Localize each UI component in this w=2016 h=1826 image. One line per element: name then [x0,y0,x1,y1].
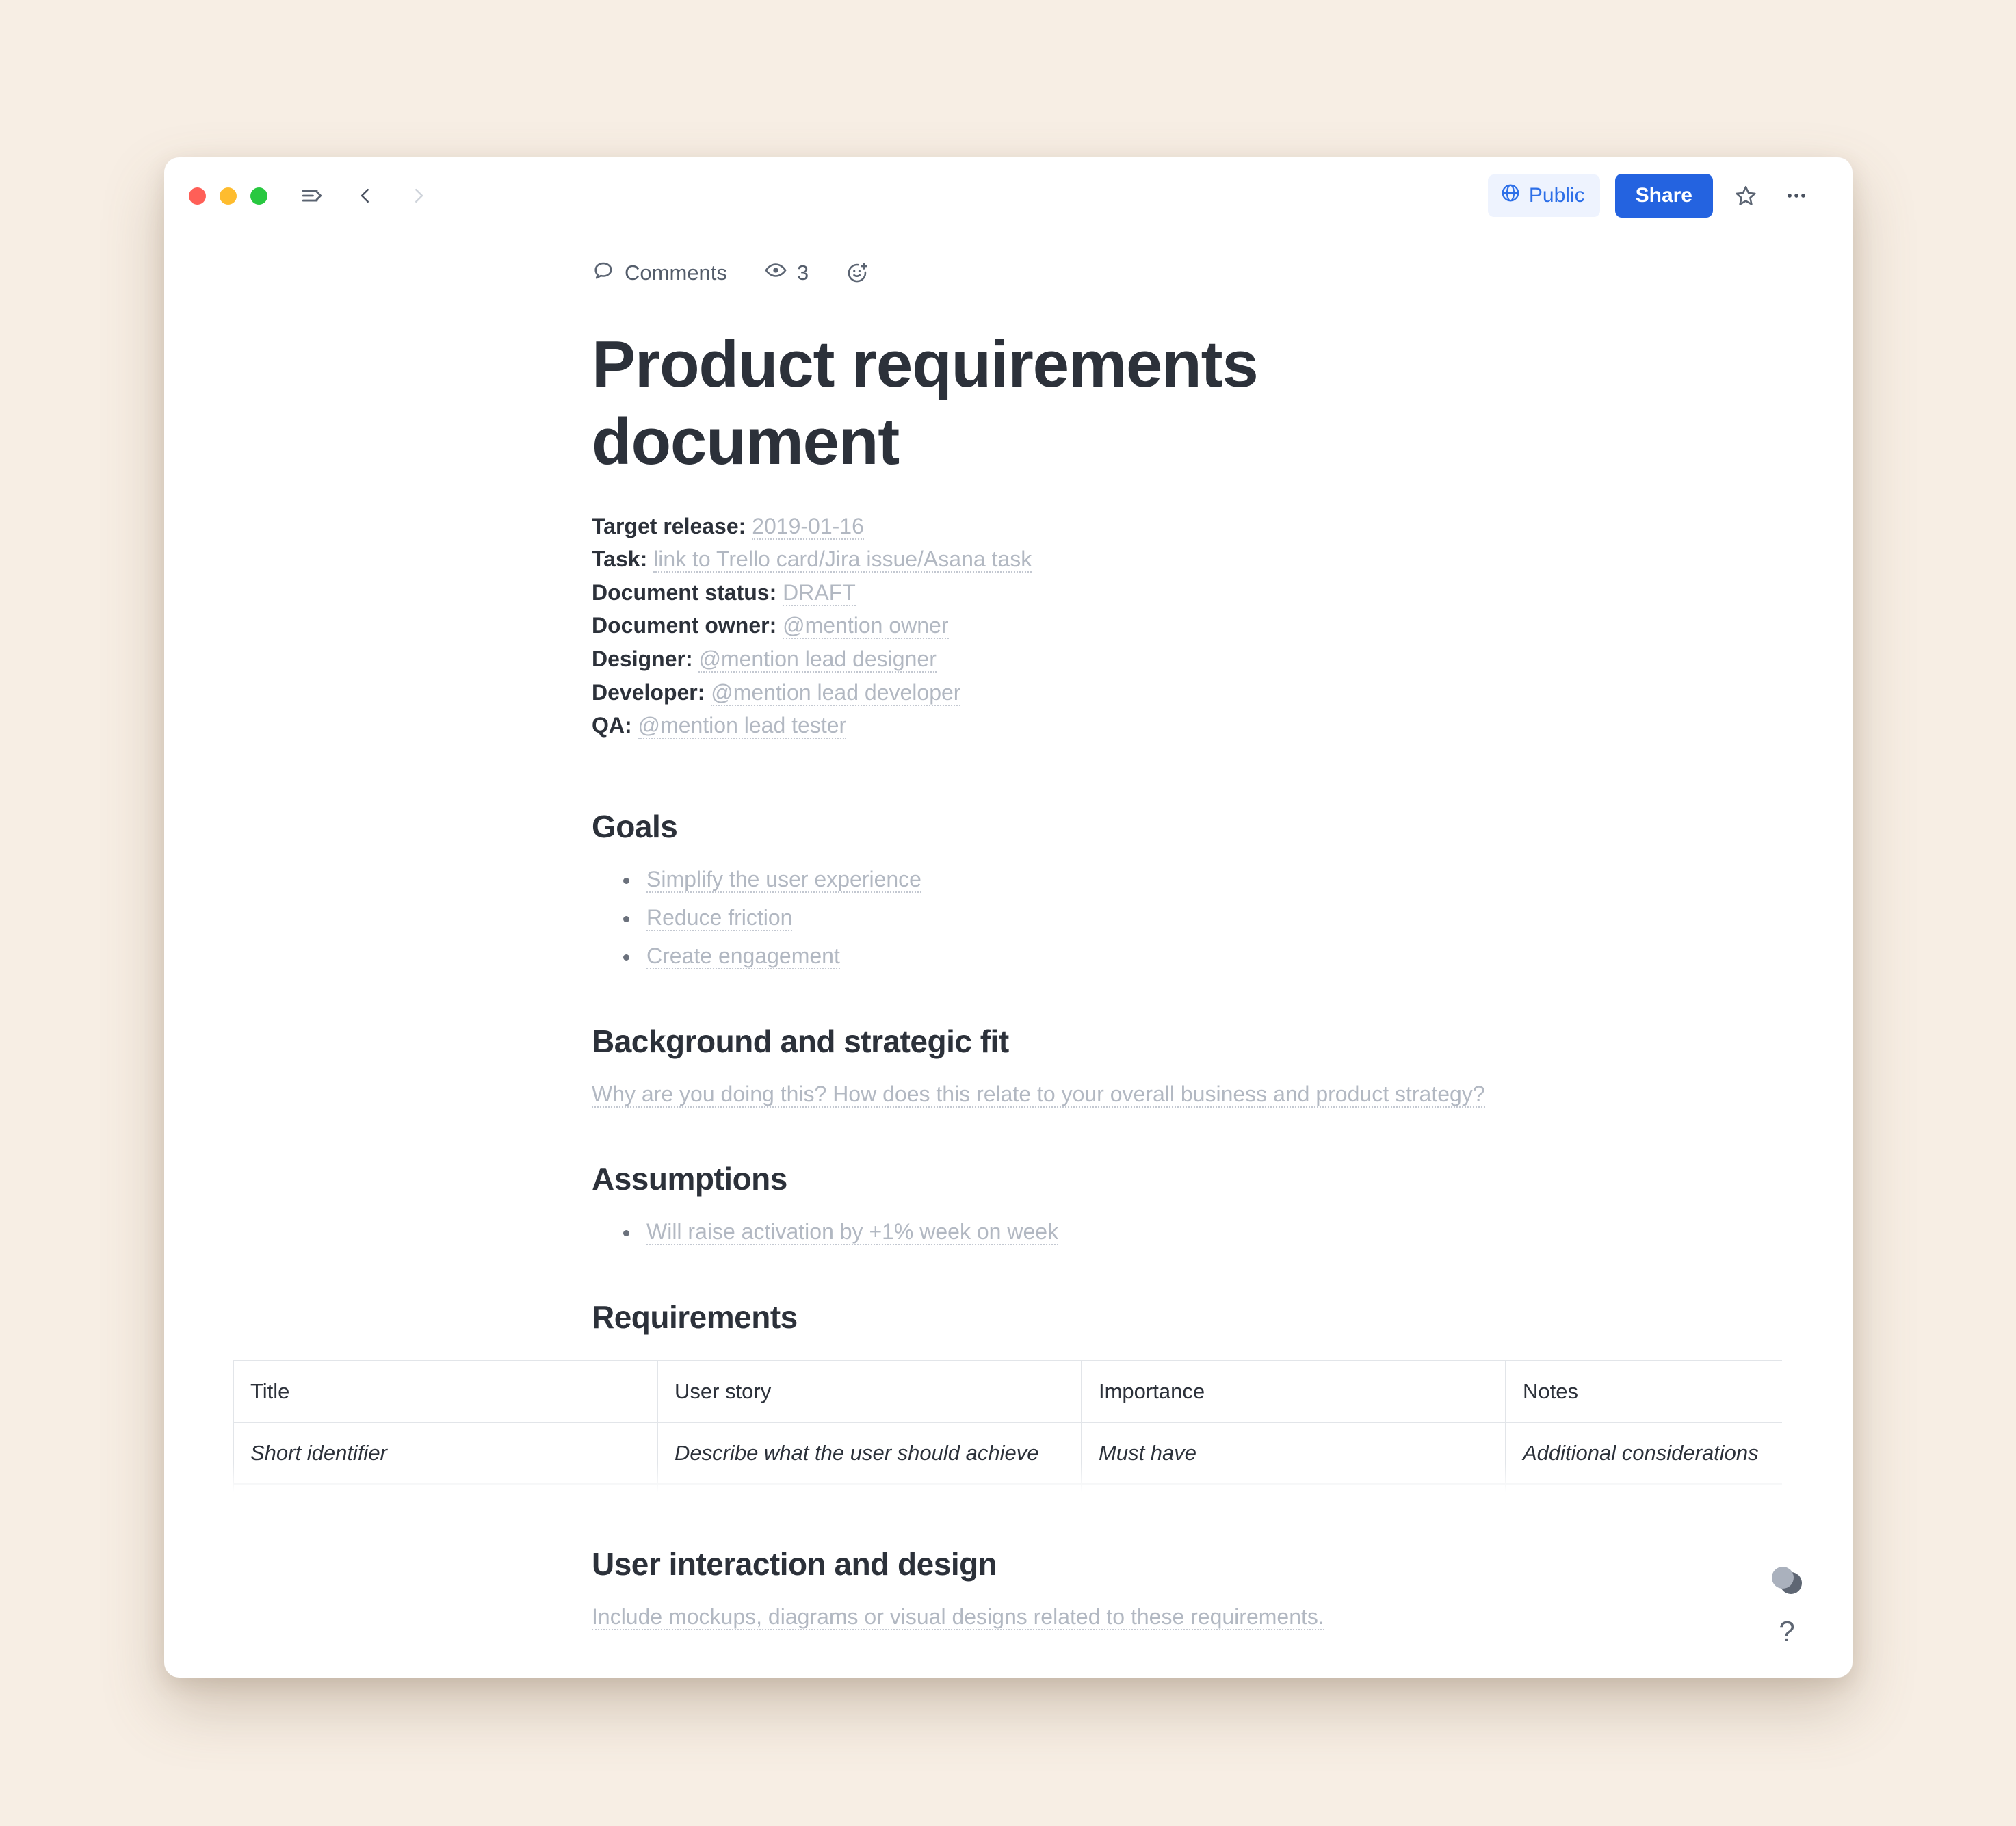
presence-avatar-front [1772,1567,1794,1589]
field-row: Designer: @mention lead designer [592,642,1782,676]
assumptions-list: Will raise activation by +1% week on wee… [623,1215,1782,1249]
list-item[interactable]: Reduce friction [623,901,1782,935]
field-label: Document status: [592,579,777,605]
column-header[interactable]: User story [657,1360,1082,1424]
field-row: Document status: DRAFT [592,576,1782,610]
field-row: Developer: @mention lead developer [592,676,1782,709]
minimize-window-button[interactable] [220,187,237,205]
column-header[interactable]: Notes [1505,1360,1782,1424]
sidebar-toggle-icon[interactable] [293,177,330,214]
field-value[interactable]: 2019-01-16 [752,513,864,540]
table-cell[interactable]: Describe what the user should achieve [657,1422,1082,1485]
table-row [233,1483,1782,1501]
field-value[interactable]: DRAFT [783,579,856,606]
eye-icon [764,259,787,287]
background-text: Why are you doing this? How does this re… [592,1081,1485,1108]
section-heading-requirements: Requirements [592,1299,798,1335]
table-cell[interactable]: Must have [1081,1422,1506,1485]
list-item[interactable]: Create engagement [623,939,1782,974]
presence-avatars-icon[interactable] [1772,1567,1802,1594]
comments-button[interactable]: Comments [592,259,727,287]
goal-text: Simplify the user experience [646,866,921,893]
app-window: Public Share Comments 3 Product requirem… [164,157,1853,1678]
forward-button[interactable] [400,177,437,214]
field-label: Task: [592,547,648,572]
maximize-window-button[interactable] [250,187,267,205]
back-button[interactable] [347,177,384,214]
field-value[interactable]: @mention lead tester [638,713,847,740]
list-item[interactable]: Will raise activation by +1% week on wee… [623,1215,1782,1249]
view-count[interactable]: 3 [764,259,809,287]
goal-text: Create engagement [646,943,840,969]
field-value[interactable]: link to Trello card/Jira issue/Asana tas… [653,547,1032,573]
section-heading-goals: Goals [592,808,678,844]
field-value[interactable]: @mention owner [783,613,949,640]
window-titlebar: Public Share [164,157,1853,234]
user-interaction-body[interactable]: Include mockups, diagrams or visual desi… [592,1600,1782,1634]
speech-bubble-icon [592,259,615,287]
requirements-table[interactable]: Title User story Importance Notes Short … [233,1360,1782,1501]
table-header-row: Title User story Importance Notes [233,1360,1782,1424]
table-cell[interactable] [1081,1483,1506,1501]
table-cell[interactable]: Additional considerations [1505,1422,1782,1485]
section-heading-background: Background and strategic fit [592,1023,1009,1059]
document-fields: Target release: 2019-01-16 Task: link to… [592,510,1782,742]
floating-tools: ? [1772,1567,1802,1646]
field-label: Developer: [592,679,705,705]
field-row: QA: @mention lead tester [592,709,1782,742]
field-row: Target release: 2019-01-16 [592,510,1782,543]
view-count-value: 3 [796,261,809,285]
star-outline-icon[interactable] [1728,178,1764,213]
goal-text: Reduce friction [646,904,793,931]
page-title[interactable]: Product requirements document [592,326,1344,481]
field-row: Task: link to Trello card/Jira issue/Asa… [592,543,1782,576]
document-body: Comments 3 Product requirements document… [164,259,1853,1634]
section-heading-assumptions: Assumptions [592,1161,787,1197]
public-visibility-badge[interactable]: Public [1487,174,1600,217]
document-meta-bar: Comments 3 [592,259,1782,287]
public-label: Public [1528,184,1585,207]
table-cell[interactable] [657,1483,1082,1501]
goals-list: Simplify the user experience Reduce fric… [623,863,1782,974]
field-label: Target release: [592,513,746,538]
titlebar-actions: Public Share [1487,174,1814,218]
close-window-button[interactable] [189,187,206,205]
add-reaction-icon[interactable] [846,261,869,285]
column-header[interactable]: Importance [1081,1360,1506,1424]
requirements-table-wrapper: Title User story Importance Notes Short … [233,1360,1782,1501]
comments-label: Comments [625,261,727,285]
ellipsis-icon[interactable] [1779,178,1814,213]
globe-icon [1500,183,1521,209]
table-cell[interactable] [233,1483,658,1501]
field-label: Designer: [592,647,693,672]
field-label: QA: [592,713,632,738]
field-value[interactable]: @mention lead designer [698,647,937,673]
list-item[interactable]: Simplify the user experience [623,863,1782,897]
section-heading-user-interaction: User interaction and design [592,1546,997,1582]
field-row: Document owner: @mention owner [592,609,1782,642]
table-row: Short identifier Describe what the user … [233,1422,1782,1485]
field-value[interactable]: @mention lead developer [711,679,961,706]
navigation-controls [293,177,437,214]
user-interaction-text: Include mockups, diagrams or visual desi… [592,1604,1324,1631]
assumption-text: Will raise activation by +1% week on wee… [646,1219,1059,1246]
table-cell[interactable]: Short identifier [233,1422,658,1485]
field-label: Document owner: [592,613,777,638]
help-button[interactable]: ? [1779,1617,1794,1646]
traffic-light-controls [189,187,267,205]
share-button[interactable]: Share [1614,174,1713,218]
table-cell[interactable] [1505,1483,1782,1501]
column-header[interactable]: Title [233,1360,658,1424]
background-body[interactable]: Why are you doing this? How does this re… [592,1078,1782,1112]
